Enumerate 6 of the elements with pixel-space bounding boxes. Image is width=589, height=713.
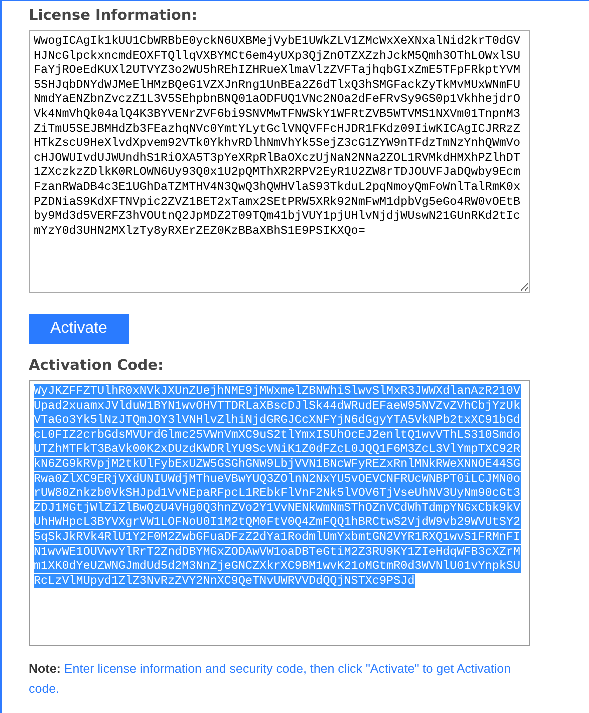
license-field[interactable]: WwogICAgIk1kUU1CbWRBbE0yckN6UXBMejVybE1UWkZLV1ZMcWxXeXNxalNid2krT0dGVHJNcGlpckxncmdEOXFTQllqVXBYMCt6em4yUXp3QjZnOTZXZzhJckM5Qmh3OThLOWxlSUFaYjROeEdKUXl2UTVYZ3o2WU5hREhIZHRueXlmaVlzZVFTajhqbGIxZmE5TFpFRkptYVM5SHJqbDNYdWJMeElHMzBQeG1VZXJnRng1UnBEa2Z6dTlxQ3hSMGFackZyTkMvMUxWNmFUNmdYaENZbnZvczZ1L3V5SEhpbnBNQ01aODFUQ1VNc2NOa2dFeFRvSy9GS0p1VkhhejdrOVk4NmVhQk04alQ4K3BYVENrZVF6bi9SNVMwTFNWSkY1WFRtZVB5WTVMS1NXVm01TnpnM3ZiTmU5SEJBMHdZb3FEazhqNVc0YmtYLytGclVNQVFFcHJDR1FKdz09IiwKICAgICJRRzZHTkZscU9HeXlvdXpvem92VTk0YkhvRDlhNmVhYk5SejZ3cG1ZYW9nTFdzTmNzYnhQWmVocHJOWUIvdUJWUndhS1RiOXA5T3pYeXRpRlBaOXczUjNaN2NNa2ZOL1RVMkdHMXhPZlhDT1ZXczkzZDlkK0RLOWN6Uy93Q0x1U2pQMThXR2RPV2EyR1U2ZW8rTDJOUVFJaDQwby9EcmFzanRWaDB4c3E1UGhDaTZMTHV4N3QwQ3hQWHVlaS93TkduL2pqNmoyQmFoWnlTalRmK0xPZDNiaS9KdXFTNVpic2ZVZ1BET2xTamx2SEtPRW5XRk92NmFwM1dpbVg5eGo4RW0vOEtBby9Md3d5VERFZ3hVOUtnQ2JpMDZ2T09TQm41bjVUY1pjUHlvNjdjWUswN21GUnRKd2tIcmYzY0d3UHN2MXlzTy8yRXErZEZ0KzBBaXBhS1E9PSIKXQo= [29, 30, 530, 293]
note-text: Note: Enter license information and security code, then click "Activate" to get Activation code. [29, 661, 512, 698]
activate-button[interactable]: Activate [29, 314, 129, 344]
license-label: License Information: [29, 7, 198, 26]
activation-code-label: Activation Code: [29, 357, 165, 376]
activation-code-field[interactable]: WyJKZFFZTUlhR0xNVkJXUnZUejhNME9jMWxmelZBNWhiSlwvSlMxR3JWWXdlanAzR210VUpad2xuamxJVlduW1BYN1wvOHVTTDRLaXBscDJlSk44dWRudEFaeW95NVZvZVhCbjYzUkVTaGo3Yk5lNzJTQmJOY3lVNHlvZlhiNjdGRGJCcXNFYjN6dGgyYTA5VkNPb2txXC91bGdcL0FIZ2crbGdsMVUrdGlmc25VWnVmXC9uS2tlYmxISUhOcEJ2enltQ1wvVThLS310SmdoUTZhMTFkT3BaVk00K2xDUzdKWDRlYU9ScVNiK1Z0dFZcL0JQQ1F6M3ZcL3VlYmpTXC92RkN6ZG9kRVpjM2tkUlFybExUZW5GSGhGNW9LbjVVN1BNcWFyREZxRnlMNkRWeXNNOE44SGRwa0ZlXC9ERjVXdUNIUWdjMThueVBwYUQ3ZOlnN2NxYU5vOEVCNFRUcWNBPT0iLCJMN0orUW80Znkzb0VkSHJpd1VvNEpaRFpcL1REbkFlVnF2Nk5lVOV6TjVseUhNV3UyNm90cGt3ZDJ1MGtjWlZiZlBwQzU4VHg0Q3hnZVo2Y1VvNENkWmNmSThOZnVCdWhTdmpYNGxCbk9kVUhHWHpcL3BYVXgrVW1LOFNoU0I1M2tQM0FtV0Q4ZmFQQ1hBRCtwS2VjdW9vb29WVUtSY25qSkJkRVk4RlU1Y2F0M2ZwbGFuaDFzZ2dYa1RodmlUmYxbmtGN2VYR1RXQ1wvS1FRMnFIN1wvWE1OUVwvYlRrT2ZndDBYMGxZODAwVW1oaDBTeGtiM2Z3RU9KY1ZIeHdqWFB3cXZrMm1XK0dYeUZWNGJmdUd5d2M3NnZjeGNCZXkrXC9BM1wvK21oMGtmR0d3WVNlU01vYnpkSURcLzVlMUpyd1ZlZ3NvRzZVY2NnXC9QeTNvUWRVVDdQQjNSTXc9PSJd [29, 380, 530, 646]
